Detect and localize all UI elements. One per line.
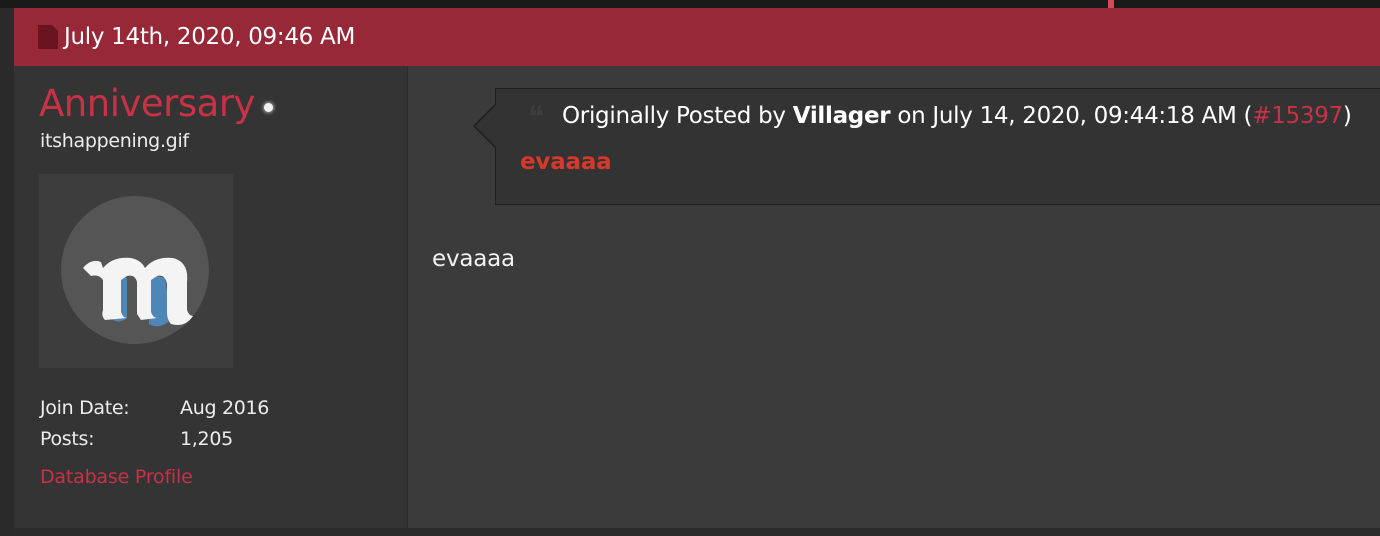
quote-post-link[interactable]: #15397 bbox=[1252, 103, 1343, 129]
post-message: evaaaa bbox=[432, 246, 515, 272]
quote-close-paren: ) bbox=[1342, 103, 1352, 129]
top-strip-accent bbox=[1108, 0, 1114, 8]
post-date: July 14th, 2020, 09:46 AM bbox=[64, 24, 355, 50]
bottom-bar bbox=[14, 528, 1380, 536]
stat-row-join-date: Join Date: Aug 2016 bbox=[40, 392, 269, 423]
left-gutter bbox=[0, 8, 14, 536]
post-content: ❝ Originally Posted by Villager on July … bbox=[408, 66, 1380, 528]
top-strip bbox=[0, 0, 1380, 8]
stat-value: Aug 2016 bbox=[180, 396, 270, 419]
post-document-icon bbox=[38, 25, 58, 49]
online-status-icon bbox=[264, 103, 273, 112]
quote-timestamp: July 14, 2020, 09:44:18 AM bbox=[932, 103, 1237, 129]
database-profile-link[interactable]: Database Profile bbox=[40, 466, 193, 488]
quote-icon: ❝ bbox=[528, 100, 545, 135]
quote-author: Villager bbox=[792, 103, 891, 129]
m-logo-avatar-icon bbox=[61, 196, 209, 344]
stat-row-posts: Posts: 1,205 bbox=[40, 423, 269, 454]
quote-header: Originally Posted by Villager on July 14… bbox=[562, 103, 1352, 129]
stat-label: Join Date: bbox=[40, 396, 130, 419]
quote-box: ❝ Originally Posted by Villager on July … bbox=[473, 88, 1380, 205]
avatar[interactable] bbox=[39, 174, 233, 368]
user-stats: Join Date: Aug 2016 Posts: 1,205 bbox=[40, 392, 269, 454]
stat-label: Posts: bbox=[40, 427, 95, 450]
quote-message: evaaaa bbox=[520, 149, 612, 175]
post-header: July 14th, 2020, 09:46 AM bbox=[14, 8, 1380, 66]
username-link[interactable]: Anniversary bbox=[39, 82, 255, 125]
user-title: itshappening.gif bbox=[40, 130, 189, 152]
stat-value: 1,205 bbox=[180, 427, 233, 450]
quote-arrow-inner bbox=[475, 105, 496, 147]
quote-prefix: Originally Posted by bbox=[562, 103, 786, 129]
quote-on: on bbox=[897, 103, 926, 129]
quote-open-paren: ( bbox=[1243, 103, 1253, 129]
user-info-panel: Anniversary itshappening.gif Join Date: … bbox=[14, 66, 407, 528]
